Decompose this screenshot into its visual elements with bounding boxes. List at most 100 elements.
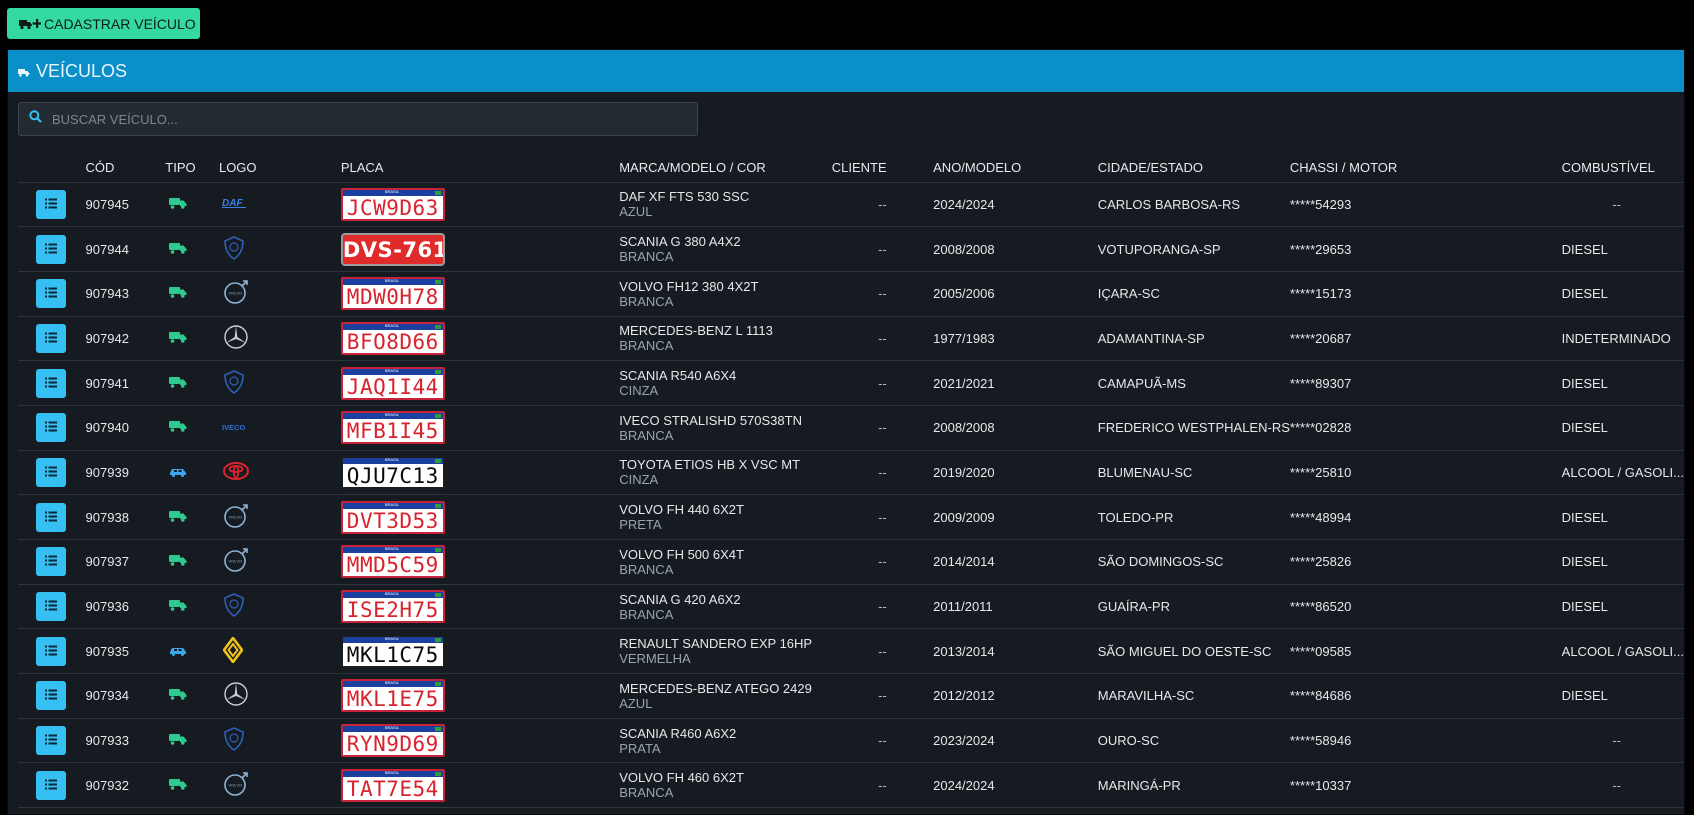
table-row[interactable]: 907939 BRASIL QJU7C13 TOYOTA ETIOS HB X … (18, 450, 1684, 496)
list-icon (45, 331, 57, 346)
header-ano: ANO/MODELO (933, 154, 1098, 183)
table-row[interactable]: 907935 BRASIL MKL1C75 RENAULT SANDERO EX… (18, 628, 1684, 675)
row-menu-button[interactable] (36, 770, 66, 800)
table-body: 907945 DAF BRASIL JCW9D63 DAF XF FTS 530… (18, 182, 1684, 809)
plate-number: MKL1C75 (346, 642, 439, 667)
cadastrar-veiculo-button[interactable]: CADASTRAR VEÍCULO (7, 8, 200, 39)
model-name: SCANIA R540 A6X4 (619, 368, 737, 384)
table-row[interactable]: 907937 VOLVO BRASIL MMD5C59 VOLVO FH 500… (18, 539, 1684, 585)
truck-icon (169, 376, 187, 388)
logo-cell: VOLVO (218, 494, 341, 540)
license-plate: BRASIL MKL1C75 (340, 634, 445, 668)
table-row[interactable]: 907938 VOLVO BRASIL DVT3D53 VOLVO FH 440… (18, 494, 1684, 540)
combustivel-cell: DIESEL (1561, 226, 1684, 272)
cidade-cell: MARINGÁ-PR (1097, 762, 1290, 809)
chassi-cell: *****29653 (1289, 226, 1562, 272)
model-color: PRETA (619, 517, 662, 533)
table-row[interactable]: 907943 VOLVO BRASIL MDW0H78 VOLVO FH12 3… (18, 271, 1684, 317)
tipo-cell (165, 226, 219, 272)
volvo-logo: VOLVO (223, 547, 249, 573)
cod-cell: 907934 (85, 673, 166, 719)
list-icon (45, 465, 57, 480)
cliente-cell: -- (831, 718, 934, 764)
row-menu-button[interactable] (36, 323, 66, 353)
cod-cell: 907935 (85, 628, 166, 675)
row-menu-button[interactable] (36, 279, 66, 309)
truck-icon (169, 510, 187, 522)
table-row[interactable]: 907934 BRASIL MKL1E75 MERCEDES-BENZ ATEG… (18, 673, 1684, 719)
cod-cell: 907937 (85, 539, 166, 585)
ano-cell: 2014/2014 (933, 539, 1098, 585)
model-color: BRANCA (619, 785, 674, 801)
cliente-cell: -- (831, 584, 934, 630)
cliente-cell: -- (831, 182, 934, 228)
model-name: MERCEDES-BENZ L 1113 (619, 323, 773, 339)
search-box[interactable] (18, 102, 698, 136)
plate-number: MKL1E75 (346, 687, 439, 712)
logo-cell: VOLVO (218, 271, 341, 317)
cod-cell: 907939 (85, 450, 166, 496)
table-row[interactable]: 907932 VOLVO BRASIL TAT7E54 VOLVO FH 460… (18, 762, 1684, 809)
logo-cell (218, 628, 341, 675)
combustivel-cell: ALCOOL / GASOLI... (1561, 450, 1684, 496)
row-menu-button[interactable] (36, 189, 66, 219)
placa-cell: BRASIL BFO8D66 (340, 316, 620, 362)
model-color: BRANCA (619, 249, 674, 265)
truck-icon (169, 242, 187, 254)
table-row[interactable]: 907940 IVECO BRASIL MFB1I45 IVECO STRALI… (18, 405, 1684, 451)
combustivel-cell: DIESEL (1561, 584, 1684, 630)
truck-icon (169, 331, 187, 343)
top-bar: CADASTRAR VEÍCULO (0, 0, 1694, 48)
logo-cell: VOLVO (218, 539, 341, 585)
chassi-cell: *****58946 (1289, 718, 1562, 764)
row-menu-button[interactable] (36, 234, 66, 264)
ano-cell: 2024/2024 (933, 762, 1098, 809)
row-menu-button[interactable] (36, 413, 66, 443)
marca-cell: MERCEDES-BENZ ATEGO 2429 AZUL (619, 673, 832, 719)
table-row[interactable]: 907941 BRASIL JAQ1I44 SCANIA R540 A6X4 C… (18, 360, 1684, 406)
brazil-flag-icon (434, 548, 441, 553)
table-row[interactable]: 907944 BRASIL DVS-7618 SCANIA G 380 A4X2… (18, 226, 1684, 272)
row-actions-cell (18, 628, 86, 675)
combustivel-cell: DIESEL (1561, 539, 1684, 585)
row-menu-button[interactable] (36, 726, 66, 756)
row-menu-button[interactable] (36, 502, 66, 532)
list-icon (45, 644, 57, 659)
table-row[interactable]: 907942 BRASIL BFO8D66 MERCEDES-BENZ L 11… (18, 316, 1684, 362)
car-icon (169, 467, 187, 477)
cod-cell: 907943 (85, 271, 166, 317)
placa-cell: BRASIL MKL1C75 (340, 628, 620, 675)
tipo-cell (165, 271, 219, 317)
combustivel-cell: DIESEL (1561, 271, 1684, 317)
marca-cell: VOLVO FH12 380 4X2T BRANCA (619, 271, 832, 317)
brazil-flag-icon (434, 637, 441, 642)
row-menu-button[interactable] (36, 547, 66, 577)
header-tipo: TIPO (165, 154, 219, 183)
panel-title: VEÍCULOS (36, 60, 128, 81)
truck-plus-icon (19, 18, 41, 30)
license-plate: BRASIL QJU7C13 (340, 455, 445, 489)
ano-cell: 2011/2011 (933, 584, 1098, 630)
combustivel-value: DIESEL (1561, 420, 1608, 436)
table-row[interactable]: 907945 DAF BRASIL JCW9D63 DAF XF FTS 530… (18, 182, 1684, 228)
ano-cell: 2012/2012 (933, 673, 1098, 719)
chassi-cell: *****84686 (1289, 673, 1562, 719)
cadastrar-veiculo-label: CADASTRAR VEÍCULO (44, 15, 196, 32)
table-row[interactable]: 907933 BRASIL RYN9D69 SCANIA R460 A6X2 P… (18, 718, 1684, 764)
table-row[interactable]: 907936 BRASIL ISE2H75 SCANIA G 420 A6X2 … (18, 584, 1684, 630)
cliente-cell: -- (831, 628, 934, 675)
svg-text:VOLVO: VOLVO (228, 514, 242, 519)
row-menu-button[interactable] (36, 681, 66, 711)
row-actions-cell (18, 316, 86, 362)
row-menu-button[interactable] (36, 368, 66, 398)
search-input[interactable] (52, 111, 652, 127)
combustivel-value: DIESEL (1561, 509, 1608, 525)
row-menu-button[interactable] (36, 457, 66, 487)
row-menu-button[interactable] (36, 636, 66, 666)
logo-cell (218, 360, 341, 406)
combustivel-cell: -- (1561, 182, 1684, 228)
plate-number: DVS-7618 (342, 237, 443, 262)
row-menu-button[interactable] (36, 592, 66, 622)
ano-cell: 2024/2024 (933, 182, 1098, 228)
model-color: BRANCA (619, 338, 674, 354)
